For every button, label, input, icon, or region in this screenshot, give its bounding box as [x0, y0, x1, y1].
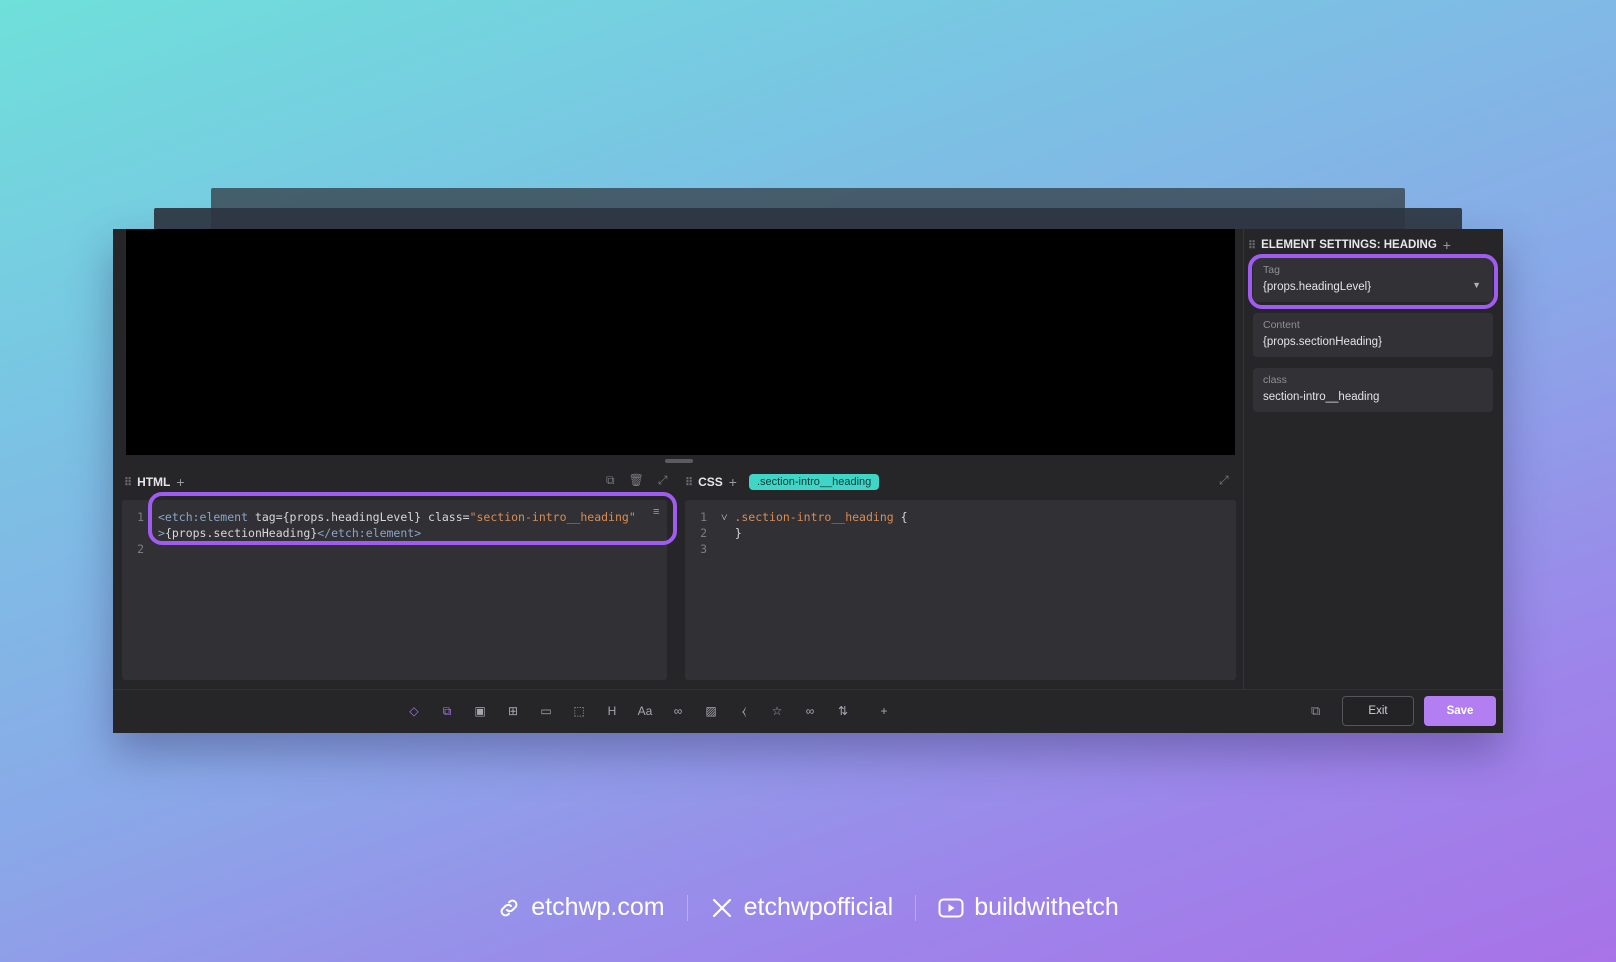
grid-icon[interactable]: ⊞ [504, 702, 522, 720]
youtube-icon [938, 898, 964, 917]
save-button[interactable]: Save [1424, 696, 1496, 726]
line-number: 3 [700, 542, 707, 556]
code-text: ˅ .section-intro__heading { [721, 509, 908, 525]
section-icon[interactable]: ▣ [471, 702, 489, 720]
drag-grip-icon[interactable]: ⠿ [1248, 239, 1256, 252]
code-token: } [721, 526, 742, 540]
bottom-toolbar: ◇ ⧉ ▣ ⊞ ▭ ⬚ H Aa ∞ ▨ ⧼ ☆ ∞ ⇅ + ⧉ Exit Save [113, 689, 1503, 733]
selector-chip[interactable]: .section-intro__heading [748, 474, 880, 490]
html-panel-title: HTML [137, 475, 171, 489]
add-icon[interactable]: + [875, 702, 893, 720]
line-number: 1 [137, 510, 144, 524]
footer-separator [686, 894, 688, 921]
html-panel-actions: ⧉ 🗑 ⤢ [606, 473, 667, 488]
youtube-text: buildwithetch [974, 893, 1119, 921]
sidebar-divider [1243, 229, 1244, 689]
container-icon[interactable]: ▭ [537, 702, 555, 720]
line-number: 1 [700, 510, 707, 524]
diamond-icon[interactable]: ◇ [405, 702, 423, 720]
image-icon[interactable]: ▨ [702, 702, 720, 720]
expand-icon[interactable]: ⤢ [658, 473, 668, 488]
class-label: class [1263, 374, 1287, 386]
text-icon[interactable]: Aa [636, 702, 654, 720]
link-icon[interactable]: ∞ [669, 702, 687, 720]
class-value: section-intro__heading [1263, 391, 1380, 403]
code-token: ˅ [721, 510, 735, 524]
youtube-link[interactable]: buildwithetch [938, 893, 1119, 922]
css-panel-actions: ⤢ [1219, 473, 1229, 488]
canvas-preview[interactable] [126, 229, 1235, 455]
website-link[interactable]: etchwp.com [497, 893, 665, 922]
x-handle-text: etchwpofficial [743, 893, 894, 921]
css-panel-title: CSS [698, 475, 723, 489]
x-logo-icon [712, 898, 731, 917]
footer-separator [915, 894, 917, 921]
element-tools: ◇ ⧉ ▣ ⊞ ▭ ⬚ H Aa ∞ ▨ ⧼ ☆ ∞ ⇅ + [405, 702, 893, 720]
expand-icon[interactable]: ⤢ [1219, 473, 1229, 488]
trash-icon[interactable]: 🗑 [629, 473, 644, 488]
class-field[interactable]: class section-intro__heading [1253, 368, 1493, 412]
content-value: {props.sectionHeading} [1263, 336, 1382, 348]
drag-grip-icon[interactable]: ⠿ [685, 476, 693, 489]
add-icon[interactable]: + [1443, 237, 1451, 253]
star-icon[interactable]: ☆ [768, 702, 786, 720]
code-text: } [721, 525, 742, 541]
code-icon[interactable]: ⧼ [735, 702, 753, 720]
drag-grip-icon[interactable]: ⠿ [124, 476, 132, 489]
add-icon[interactable]: + [176, 474, 184, 490]
div-icon[interactable]: ⬚ [570, 702, 588, 720]
add-icon[interactable]: + [729, 474, 737, 490]
heading-icon[interactable]: H [603, 702, 621, 720]
html-highlight-ring [148, 492, 677, 545]
preview-resize-handle[interactable] [665, 459, 693, 463]
line-number: 2 [137, 542, 144, 556]
copy-icon[interactable]: ⧉ [606, 473, 615, 488]
link-icon [500, 899, 518, 916]
css-code-editor[interactable]: 1 ˅ .section-intro__heading {2 } 3 [685, 500, 1236, 680]
loop-icon[interactable]: ∞ [801, 702, 819, 720]
components-icon[interactable]: ⧉ [438, 702, 456, 720]
exit-button[interactable]: Exit [1342, 696, 1414, 726]
wrap-icon[interactable]: ≡ [653, 506, 659, 518]
code-token: { [893, 510, 908, 524]
editor-window: ⠿ HTML + ⧉ 🗑 ⤢ ⠿ CSS + .section-intro__h… [113, 229, 1503, 733]
x-link[interactable]: etchwpofficial [710, 893, 894, 922]
code-token: .section-intro__heading [734, 510, 894, 524]
css-panel-header: ⠿ CSS + .section-intro__heading [685, 469, 880, 495]
website-text: etchwp.com [531, 893, 665, 921]
tag-highlight-ring [1248, 254, 1498, 309]
line-number: 2 [700, 526, 707, 540]
external-link-icon[interactable]: ⧉ [1311, 703, 1320, 719]
content-label: Content [1263, 319, 1300, 331]
settings-title: ELEMENT SETTINGS: HEADING [1261, 239, 1437, 251]
content-field[interactable]: Content {props.sectionHeading} [1253, 313, 1493, 357]
footer-socials: etchwp.com etchwpofficial buildwithetch [0, 893, 1616, 922]
sort-icon[interactable]: ⇅ [834, 702, 852, 720]
settings-header: ⠿ ELEMENT SETTINGS: HEADING + [1248, 237, 1451, 253]
